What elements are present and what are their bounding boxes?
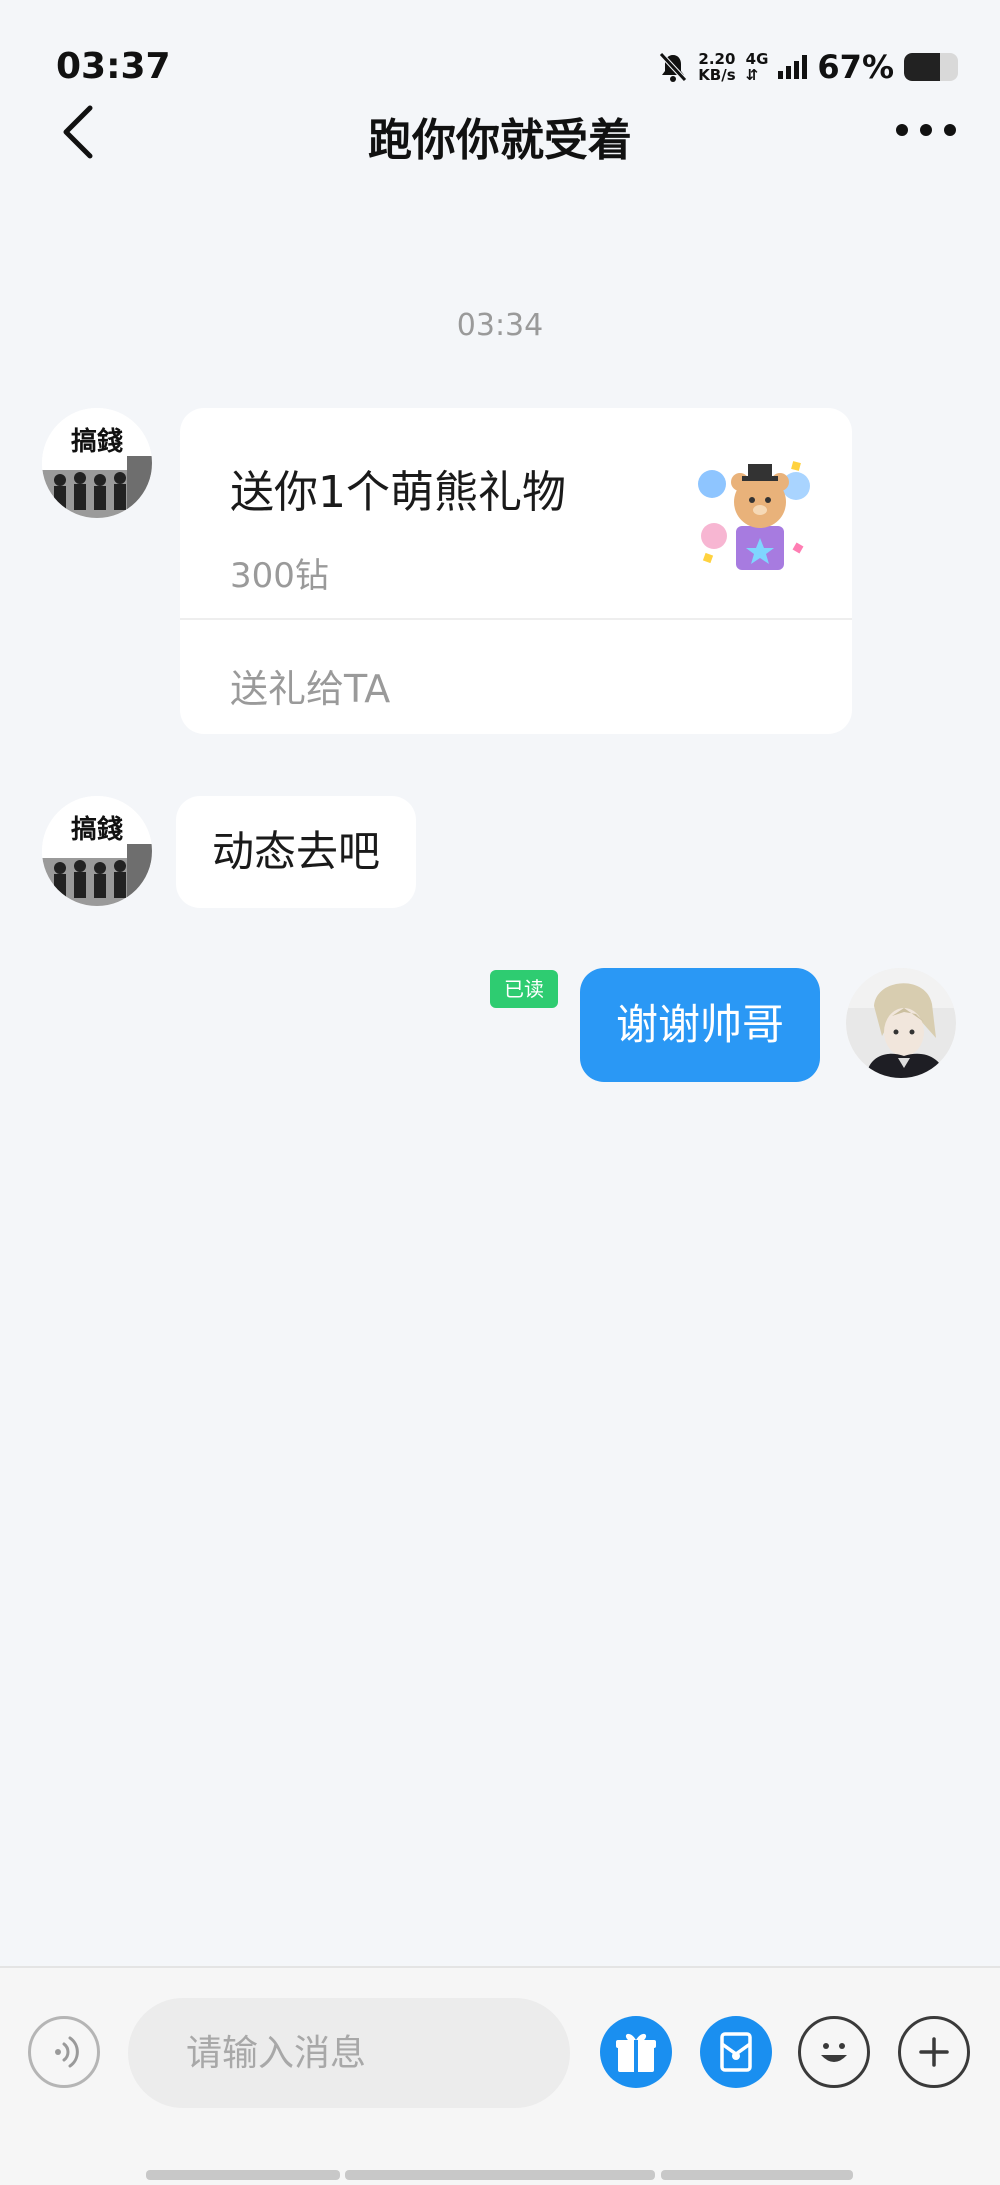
my-avatar-image <box>846 968 956 1078</box>
status-icons: 2.20 KB/s 4G ⇵ 67% <box>658 48 958 86</box>
battery-icon <box>904 53 958 81</box>
send-gift-link[interactable]: 送礼给TA <box>230 658 390 713</box>
net-speed-value: 2.20 <box>698 50 736 68</box>
signal-bars-icon <box>778 55 808 79</box>
read-status-badge: 已读 <box>490 970 558 1008</box>
message-input[interactable] <box>128 1998 570 2108</box>
my-avatar[interactable] <box>846 968 956 1078</box>
battery-fill <box>904 53 941 81</box>
network-type: 4G ⇵ <box>746 51 769 83</box>
home-indicator-segment <box>146 2170 340 2180</box>
voice-wave-icon <box>55 2036 79 2068</box>
avatar-calligraphy: 搞錢 <box>71 814 123 845</box>
home-indicator-segment <box>661 2170 853 2180</box>
gift-box-icon <box>616 2033 656 2072</box>
network-type-label: 4G <box>745 50 769 68</box>
smiley-icon <box>821 2043 847 2062</box>
data-arrows-icon: ⇵ <box>745 66 759 84</box>
voice-button[interactable] <box>28 2016 100 2088</box>
red-packet-button[interactable] <box>700 2016 772 2088</box>
more-dot-icon <box>920 124 932 136</box>
navigation-bar: 跑你你就受着 <box>0 96 1000 166</box>
bell-muted-icon <box>659 52 688 82</box>
more-button[interactable] <box>896 118 956 142</box>
teddy-bear-gift-icon <box>698 461 810 570</box>
gift-divider <box>180 618 852 620</box>
incoming-message-bubble[interactable]: 动态去吧 <box>176 796 417 908</box>
gift-title: 送你1个萌熊礼物 <box>230 467 566 518</box>
plus-icon <box>919 2037 949 2067</box>
contact-avatar[interactable]: 搞錢 <box>42 796 152 906</box>
more-dot-icon <box>944 124 956 136</box>
gift-price: 300钻 <box>230 556 329 596</box>
more-dot-icon <box>896 124 908 136</box>
status-time: 03:37 <box>56 46 171 87</box>
message-timestamp: 03:34 <box>456 308 544 343</box>
contact-avatar-image: 搞錢 <box>42 408 152 518</box>
contact-avatar[interactable]: 搞錢 <box>42 408 152 518</box>
gift-message-card[interactable]: 送你1个萌熊礼物 300钻 送礼给TA <box>180 408 852 734</box>
avatar-calligraphy: 搞錢 <box>71 426 123 457</box>
battery-percent: 67% <box>817 48 894 86</box>
net-speed-unit: KB/s <box>698 66 736 84</box>
emoji-button[interactable] <box>798 2016 870 2088</box>
net-speed: 2.20 KB/s <box>698 51 735 83</box>
outgoing-message-bubble[interactable]: 谢谢帅哥 <box>580 968 821 1082</box>
chat-title: 跑你你就受着 <box>368 115 632 166</box>
input-bar <box>0 1966 1000 2185</box>
gift-button[interactable] <box>600 2016 672 2088</box>
home-indicator-segment <box>345 2170 655 2180</box>
contact-avatar-image: 搞錢 <box>42 796 152 906</box>
red-packet-icon <box>720 2032 752 2072</box>
status-bar: 03:37 2.20 KB/s 4G ⇵ 67% <box>0 0 1000 110</box>
more-actions-button[interactable] <box>898 2016 970 2088</box>
